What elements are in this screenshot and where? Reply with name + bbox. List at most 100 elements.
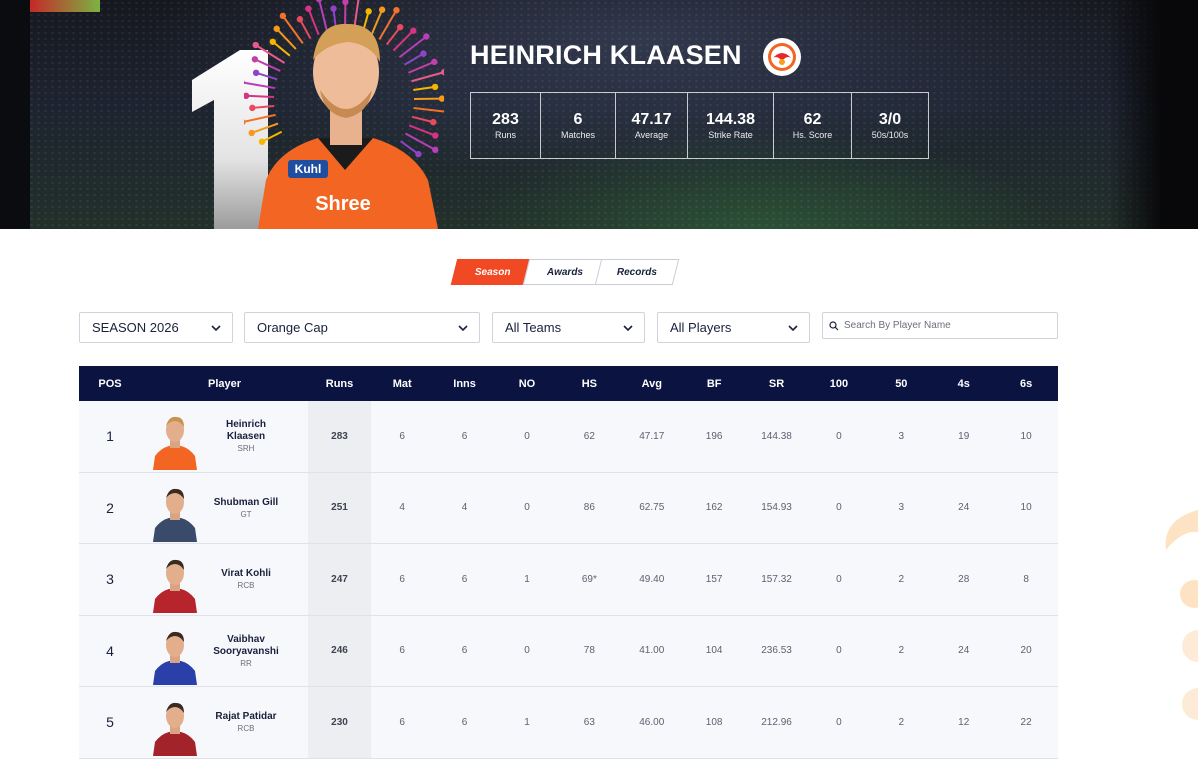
header-no[interactable]: NO [496, 378, 558, 390]
player-avatar [149, 555, 201, 613]
cell-no: 0 [496, 473, 558, 544]
cell-sr: 236.53 [745, 616, 807, 687]
cell-no: 1 [496, 687, 558, 758]
stat-high-score: 62 Hs. Score [774, 93, 852, 158]
table-body: 1 Heinrich Klaasen SRH 2836606247.171961… [79, 401, 1058, 759]
cell-bf: 196 [683, 401, 745, 472]
player-stats-summary: 283 Runs 6 Matches 47.17 Average 144.38 … [470, 92, 929, 159]
player-name[interactable]: Rajat Patidar [206, 711, 286, 723]
header-6s[interactable]: 6s [995, 378, 1057, 390]
cell-player[interactable]: Virat Kohli RCB [141, 544, 308, 615]
player-name[interactable]: Virat Kohli [206, 568, 286, 580]
cell-inns: 6 [433, 687, 495, 758]
svg-text:Kuhl: Kuhl [295, 162, 322, 176]
cell-pos: 2 [79, 473, 141, 544]
orange-cap-table: POS Player Runs Mat Inns NO HS Avg BF SR… [79, 366, 1058, 759]
cell-4s: 28 [933, 544, 995, 615]
cell-100: 0 [808, 616, 870, 687]
tab-records[interactable]: Records [595, 259, 679, 285]
chevron-down-icon [210, 322, 222, 334]
table-row[interactable]: 3 Virat Kohli RCB 24766169*49.40157157.3… [79, 544, 1058, 616]
search-icon [829, 321, 839, 331]
table-row[interactable]: 2 Shubman Gill GT 2514408662.75162154.93… [79, 473, 1058, 545]
cell-avg: 41.00 [621, 616, 683, 687]
player-team: SRH [206, 444, 286, 453]
stat-fifties-hundreds: 3/0 50s/100s [852, 93, 928, 158]
header-100[interactable]: 100 [808, 378, 870, 390]
cell-50: 3 [870, 473, 932, 544]
cell-50: 2 [870, 687, 932, 758]
header-inns[interactable]: Inns [433, 378, 495, 390]
cell-sr: 154.93 [745, 473, 807, 544]
player-team: GT [206, 510, 286, 519]
cell-bf: 162 [683, 473, 745, 544]
cell-100: 0 [808, 473, 870, 544]
cell-inns: 4 [433, 473, 495, 544]
header-player: Player [141, 378, 308, 390]
player-team: RCB [206, 724, 286, 733]
stat-matches: 6 Matches [541, 93, 616, 158]
cell-4s: 19 [933, 401, 995, 472]
table-row[interactable]: 4 Vaibhav Sooryavanshi RR 2466607841.001… [79, 616, 1058, 688]
table-header: POS Player Runs Mat Inns NO HS Avg BF SR… [79, 366, 1058, 401]
stats-tabs: Season Awards Records [454, 259, 670, 285]
cell-player[interactable]: Vaibhav Sooryavanshi RR [141, 616, 308, 687]
search-input[interactable] [844, 320, 1044, 331]
cell-avg: 49.40 [621, 544, 683, 615]
header-50[interactable]: 50 [870, 378, 932, 390]
cell-bf: 104 [683, 616, 745, 687]
player-avatar [149, 698, 201, 756]
cell-no: 1 [496, 544, 558, 615]
cell-player[interactable]: Shubman Gill GT [141, 473, 308, 544]
table-row[interactable]: 5 Rajat Patidar RCB 2306616346.00108212.… [79, 687, 1058, 759]
header-bf[interactable]: BF [683, 378, 745, 390]
player-avatar [149, 484, 201, 542]
cell-4s: 24 [933, 473, 995, 544]
header-runs[interactable]: Runs [308, 378, 371, 390]
player-photo: Kuhl Shree [248, 10, 443, 229]
teams-dropdown[interactable]: All Teams [492, 312, 645, 343]
cell-avg: 46.00 [621, 687, 683, 758]
cell-inns: 6 [433, 544, 495, 615]
player-name-heading: HEINRICH KLAASEN [470, 40, 742, 71]
decorative-circles [1152, 490, 1198, 754]
cell-mat: 4 [371, 473, 433, 544]
player-search-box [822, 312, 1058, 339]
cell-50: 3 [870, 401, 932, 472]
season-dropdown[interactable]: SEASON 2026 [79, 312, 233, 343]
cell-mat: 6 [371, 401, 433, 472]
cell-no: 0 [496, 616, 558, 687]
cell-pos: 1 [79, 401, 141, 472]
cell-hs: 86 [558, 473, 620, 544]
cell-100: 0 [808, 401, 870, 472]
player-avatar [149, 627, 201, 685]
cell-mat: 6 [371, 687, 433, 758]
stat-runs: 283 Runs [471, 93, 541, 158]
cap-dropdown[interactable]: Orange Cap [244, 312, 480, 343]
header-pos: POS [79, 378, 141, 390]
player-avatar [149, 412, 201, 470]
cell-player[interactable]: Heinrich Klaasen SRH [141, 401, 308, 472]
hero-banner: Kuhl Shree HEINRICH KLAASEN 283 Runs 6 M… [0, 0, 1198, 229]
table-row[interactable]: 1 Heinrich Klaasen SRH 2836606247.171961… [79, 401, 1058, 473]
cell-hs: 63 [558, 687, 620, 758]
cell-100: 0 [808, 544, 870, 615]
cell-6s: 10 [995, 401, 1057, 472]
player-team: RR [206, 659, 286, 668]
cell-mat: 6 [371, 544, 433, 615]
cell-pos: 5 [79, 687, 141, 758]
player-name[interactable]: Heinrich Klaasen [206, 419, 286, 443]
cell-player[interactable]: Rajat Patidar RCB [141, 687, 308, 758]
header-hs[interactable]: HS [558, 378, 620, 390]
stat-average: 47.17 Average [616, 93, 688, 158]
cell-6s: 8 [995, 544, 1057, 615]
header-sr[interactable]: SR [745, 378, 807, 390]
header-avg[interactable]: Avg [621, 378, 683, 390]
header-4s[interactable]: 4s [933, 378, 995, 390]
players-dropdown[interactable]: All Players [657, 312, 810, 343]
player-name[interactable]: Shubman Gill [206, 497, 286, 509]
header-mat[interactable]: Mat [371, 378, 433, 390]
cell-hs: 62 [558, 401, 620, 472]
cell-50: 2 [870, 616, 932, 687]
player-name[interactable]: Vaibhav Sooryavanshi [206, 634, 286, 658]
